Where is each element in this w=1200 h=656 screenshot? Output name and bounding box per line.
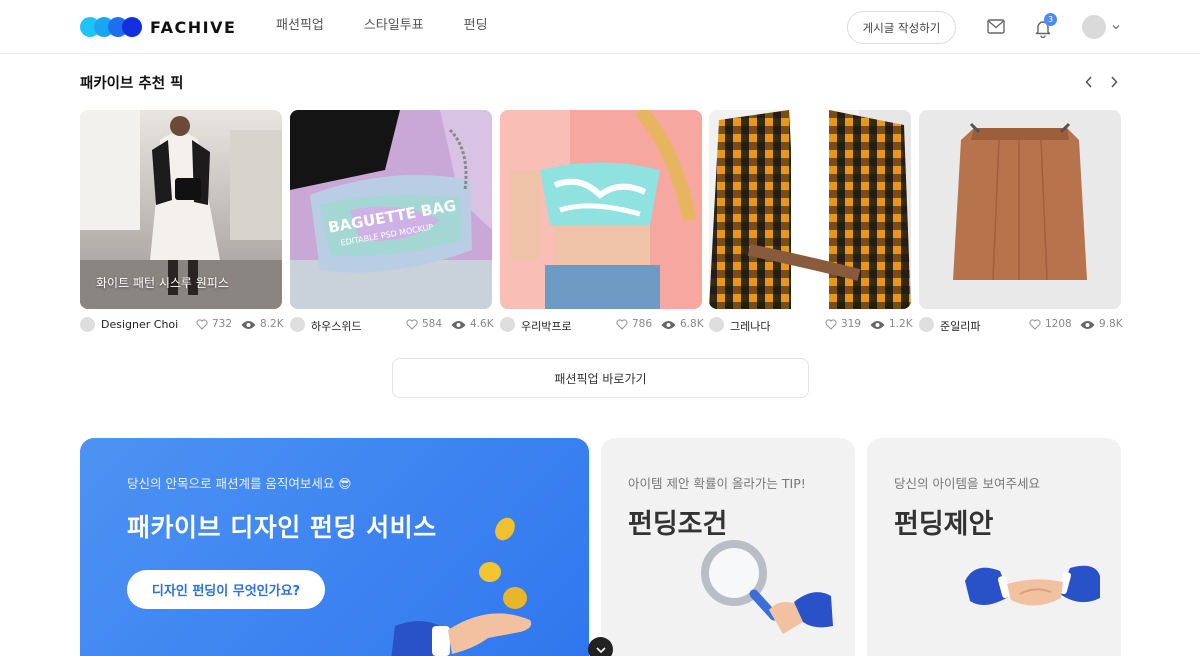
author-name[interactable]: Designer Choi [101,318,178,331]
top-header: FACHIVE 패션픽업 스타일투표 펀딩 게시글 작성하기 3 [0,0,1200,54]
author-name[interactable]: 그레나다 [730,318,770,334]
likes-count[interactable]: 732 [196,317,232,332]
carousel-next-button[interactable] [1106,73,1122,91]
nav-funding[interactable]: 펀딩 [464,16,488,36]
views-count: 4.6K [451,317,494,332]
pick-card[interactable]: 화이트 패턴 시스루 원피스 Designer Choi 732 8.2K [80,110,284,332]
likes-count[interactable]: 786 [616,317,652,332]
author-avatar [80,317,95,332]
pick-card[interactable]: 준일리파 1208 9.8K [919,110,1123,333]
pick-meta: 우리박프로 786 6.8K [500,316,704,334]
write-post-button[interactable]: 게시글 작성하기 [847,11,956,44]
handshake-illustration [965,565,1100,606]
author-avatar [709,317,724,332]
pick-image-baguette-bag[interactable]: BAGUETTE BAG EDITABLE PSD MOCKUP [290,110,492,309]
eye-icon [661,320,676,329]
fachive-logo[interactable]: FACHIVE [80,16,236,38]
magnifier-hand-illustration [701,540,833,634]
pick-card[interactable]: 우리박프로 786 6.8K [500,110,704,333]
author-name[interactable]: 하우스위드 [311,318,362,334]
notification-button[interactable]: 3 [1034,13,1057,38]
section-title-picks: 패카이브 추천 픽 [80,76,184,92]
views-count: 1.2K [870,317,913,332]
banner-subtitle: 당신의 안목으로 패션계를 움직여보세요 😎 [127,476,352,491]
pick-image-suede-skirt[interactable] [919,110,1121,309]
carousel-prev-button[interactable] [1081,73,1097,91]
avatar [1082,15,1106,39]
go-to-fashion-pickup-button[interactable]: 패션픽업 바로가기 [392,358,809,398]
hand-coins-illustration [391,517,532,656]
heart-icon [196,319,208,330]
author-avatar [919,317,934,332]
heart-icon [825,319,837,330]
eye-icon [870,320,885,329]
logo-text: FACHIVE [150,17,237,37]
pick-caption: 화이트 패턴 시스루 원피스 [96,276,229,290]
views-count: 6.8K [661,317,704,332]
card-subtitle: 아이템 제안 확률이 올라가는 TIP! [628,476,806,491]
pick-meta: Designer Choi 732 8.2K [80,316,284,334]
pick-image-crop-top[interactable] [500,110,702,309]
views-count: 9.8K [1080,317,1123,332]
profile-menu[interactable] [1082,15,1121,39]
likes-count[interactable]: 1208 [1029,317,1072,332]
author-name[interactable]: 준일리파 [940,318,980,334]
eye-icon [1080,320,1095,329]
pick-image-check-shirt[interactable] [709,110,911,309]
card-title: 펀딩제안 [894,509,994,540]
pick-meta: 하우스위드 584 4.6K [290,316,494,334]
funding-conditions-card[interactable]: 아이템 제안 확률이 올라가는 TIP! 펀딩조건 [601,438,855,656]
eye-icon [241,320,256,329]
likes-count[interactable]: 584 [406,317,442,332]
scroll-down-button[interactable] [588,637,613,656]
picks-carousel: 화이트 패턴 시스루 원피스 Designer Choi 732 8.2K BA… [80,110,1123,335]
card-title: 펀딩조건 [628,509,728,540]
heart-icon [1029,319,1041,330]
notification-badge: 3 [1044,13,1057,26]
pick-card[interactable]: 그레나다 319 1.2K [709,110,913,333]
pick-card[interactable]: BAGUETTE BAG EDITABLE PSD MOCKUP 하우스위드 5… [290,110,494,333]
pick-image-dress[interactable]: 화이트 패턴 시스루 원피스 [80,110,282,309]
author-name[interactable]: 우리박프로 [521,318,572,334]
main-nav: 패션픽업 스타일투표 펀딩 [276,16,528,36]
design-funding-banner[interactable]: 당신의 안목으로 패션계를 움직여보세요 😎 패카이브 디자인 펀딩 서비스 디… [80,438,589,656]
likes-count[interactable]: 319 [825,317,861,332]
heart-icon [616,319,628,330]
chevron-left-icon [1085,76,1092,88]
nav-fashion-pickup[interactable]: 패션픽업 [276,16,324,36]
mail-icon[interactable] [987,19,1005,34]
chevron-right-icon [1111,76,1118,88]
chevron-down-icon [1112,25,1120,30]
author-avatar [290,317,305,332]
chevron-down-icon [595,646,606,653]
pick-meta: 준일리파 1208 9.8K [919,316,1123,334]
pick-meta: 그레나다 319 1.2K [709,316,913,334]
heart-icon [406,319,418,330]
card-subtitle: 당신의 아이템을 보여주세요 [894,476,1040,491]
eye-icon [451,320,466,329]
what-is-design-funding-button[interactable]: 디자인 펀딩이 무엇인가요? [127,570,325,609]
logo-mark [80,17,142,37]
views-count: 8.2K [241,317,284,332]
funding-proposal-card[interactable]: 당신의 아이템을 보여주세요 펀딩제안 [867,438,1121,656]
nav-style-vote[interactable]: 스타일투표 [364,16,424,36]
author-avatar [500,317,515,332]
